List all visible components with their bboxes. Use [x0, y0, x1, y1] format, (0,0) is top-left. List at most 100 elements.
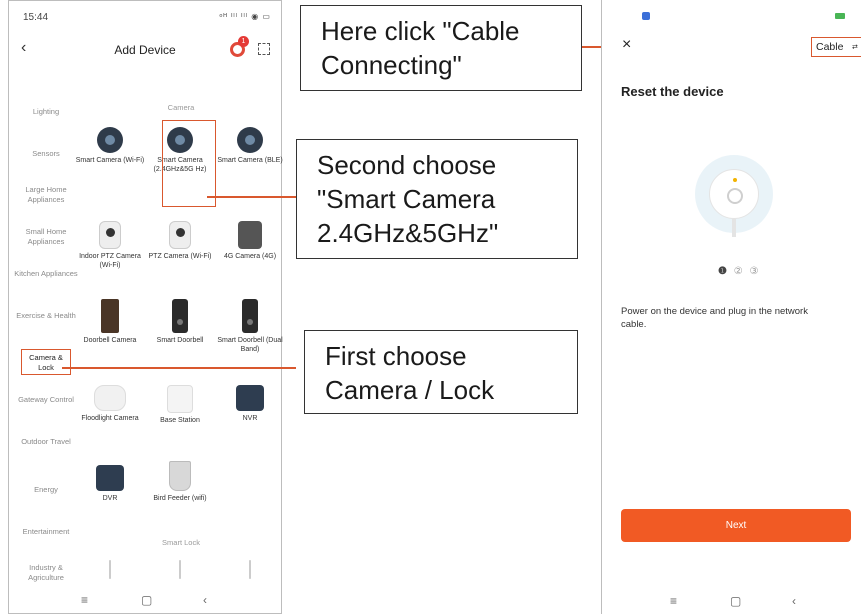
app-icon — [642, 12, 650, 20]
reset-device-screen: × Cable ⇄ Reset the device ❶ ② ③ Power o… — [601, 0, 861, 614]
close-icon[interactable]: × — [622, 36, 631, 54]
menu-icon[interactable]: ≡ — [81, 593, 88, 607]
device-label: NVR — [242, 415, 258, 422]
category-outdoor-travel[interactable]: Outdoor Travel — [13, 437, 79, 447]
status-time: 15:44 — [23, 12, 49, 23]
device-smart-lock[interactable] — [143, 560, 217, 579]
add-device-screen: 15:44 ᵒᴴ ᴵˡˡ ᴵˡˡ ◉ ▭ ‹ Add Device 1 Ligh… — [8, 0, 283, 614]
camera-icon — [97, 127, 123, 153]
device-label: DVR — [102, 495, 118, 502]
step-2: ② — [733, 266, 745, 277]
smart-lock-icon — [179, 560, 181, 579]
header: ‹ Add Device 1 — [9, 35, 281, 65]
camera-illustration — [695, 155, 773, 237]
camera-icon — [237, 127, 263, 153]
callout-smart-camera: Second choose "Smart Camera 2.4GHz&5GHz" — [296, 139, 578, 259]
status-icons: ᵒᴴ ᴵˡˡ ᴵˡˡ ◉ ▭ — [219, 12, 271, 21]
device-smart-doorbell-dual-band[interactable]: Smart Doorbell (Dual Band) — [213, 299, 287, 354]
system-nav-bar: ≡ ▢ ‹ — [602, 594, 861, 610]
home-icon[interactable]: ▢ — [730, 594, 741, 608]
callout-cable-connecting: Here click "Cable Connecting" — [300, 5, 582, 91]
device-dvr[interactable]: DVR — [73, 465, 147, 504]
system-nav-bar: ≡ ▢ ‹ — [9, 593, 281, 609]
camera-lock-highlight — [21, 349, 71, 375]
category-lighting[interactable]: Lighting — [13, 107, 79, 117]
4g-camera-icon — [238, 221, 262, 249]
step-1: ❶ — [718, 266, 729, 277]
category-exercise-health[interactable]: Exercise & Health — [13, 311, 79, 321]
home-icon[interactable]: ▢ — [141, 593, 152, 607]
callout-line: Here click "Cable — [321, 16, 520, 46]
device-label: Doorbell Camera — [83, 337, 137, 344]
battery-icon — [835, 13, 845, 19]
ptz-camera-icon — [99, 221, 121, 249]
status-bar: 15:44 ᵒᴴ ᴵˡˡ ᴵˡˡ ◉ ▭ — [9, 1, 281, 29]
device-smart-camera-wifi[interactable]: Smart Camera (Wi-Fi) — [73, 127, 147, 166]
dvr-icon — [96, 465, 124, 491]
back-icon[interactable]: ‹ — [792, 594, 796, 608]
smart-lock-icon — [109, 560, 111, 579]
device-ptz-camera[interactable]: PTZ Camera (Wi-Fi) — [143, 221, 217, 262]
device-nvr[interactable]: NVR — [213, 385, 287, 424]
device-label: PTZ Camera (Wi-Fi) — [148, 253, 212, 260]
callout-line: Camera / Lock — [325, 375, 495, 405]
device-label: Smart Doorbell (Dual Band) — [217, 337, 283, 353]
device-smart-camera-ble[interactable]: Smart Camera (BLE) — [213, 127, 287, 166]
device-label: Bird Feeder (wifi) — [153, 495, 207, 502]
section-camera: Camera — [167, 103, 195, 112]
device-label: Base Station — [160, 417, 200, 424]
device-label: Smart Camera (Wi-Fi) — [75, 157, 145, 164]
camera-body — [709, 169, 759, 219]
device-label: Floodlight Camera — [81, 415, 139, 422]
switch-arrows-icon: ⇄ — [852, 44, 858, 51]
device-doorbell-camera[interactable]: Doorbell Camera — [73, 299, 147, 346]
callout-line: 2.4GHz&5GHz" — [317, 218, 499, 248]
device-smart-lock[interactable] — [213, 560, 287, 579]
nvr-icon — [236, 385, 264, 411]
device-label: 4G Camera (4G) — [223, 253, 277, 260]
device-smart-lock[interactable] — [73, 560, 147, 579]
step-3: ③ — [749, 266, 761, 277]
callout-line: Connecting" — [321, 50, 462, 80]
connector-line-second — [207, 196, 296, 198]
category-small-home-appliances[interactable]: Small Home Appliances — [11, 227, 81, 247]
category-sensors[interactable]: Sensors — [13, 149, 79, 159]
device-label: Smart Doorbell — [156, 337, 204, 344]
doorbell-icon — [172, 299, 188, 333]
base-station-icon — [167, 385, 193, 413]
step-indicator: ❶ ② ③ — [718, 266, 760, 277]
category-large-home-appliances[interactable]: Large Home Appliances — [11, 185, 81, 205]
device-smart-doorbell[interactable]: Smart Doorbell — [143, 299, 217, 346]
device-base-station[interactable]: Base Station — [143, 385, 217, 426]
notification-badge: 1 — [238, 36, 249, 47]
instruction-text: Power on the device and plug in the netw… — [621, 306, 808, 330]
next-button[interactable]: Next — [621, 509, 851, 542]
device-bird-feeder[interactable]: Bird Feeder (wifi) — [143, 461, 217, 504]
device-floodlight-camera[interactable]: Floodlight Camera — [73, 385, 147, 424]
category-industry-agriculture[interactable]: Industry & Agriculture — [13, 563, 79, 583]
category-energy[interactable]: Energy — [13, 485, 79, 495]
indicator-led — [733, 178, 737, 182]
network-cable — [732, 219, 736, 237]
doorbell-camera-icon — [101, 299, 119, 333]
connector-line-first — [62, 367, 296, 369]
back-icon[interactable]: ‹ — [203, 593, 207, 607]
cable-connecting-button[interactable]: Cable — [816, 41, 843, 53]
category-entertainment[interactable]: Entertainment — [9, 527, 83, 537]
doorbell-icon — [242, 299, 258, 333]
device-indoor-ptz-camera[interactable]: Indoor PTZ Camera (Wi-Fi) — [73, 221, 147, 270]
floodlight-icon — [94, 385, 126, 411]
callout-line: "Smart Camera — [317, 184, 496, 214]
smart-lock-icon — [249, 560, 251, 579]
outdoor-ptz-icon — [169, 221, 191, 249]
device-label: Smart Camera (BLE) — [217, 157, 283, 164]
callout-camera-lock: First choose Camera / Lock — [304, 330, 578, 414]
callout-line: Second choose — [317, 150, 497, 180]
category-gateway-control[interactable]: Gateway Control — [13, 395, 79, 405]
callout-line: First choose — [325, 341, 467, 371]
category-kitchen-appliances[interactable]: Kitchen Appliances — [13, 269, 79, 279]
scan-icon[interactable] — [258, 43, 270, 55]
menu-icon[interactable]: ≡ — [670, 594, 677, 608]
device-4g-camera[interactable]: 4G Camera (4G) — [213, 221, 287, 262]
device-label: Indoor PTZ Camera (Wi-Fi) — [79, 253, 141, 269]
